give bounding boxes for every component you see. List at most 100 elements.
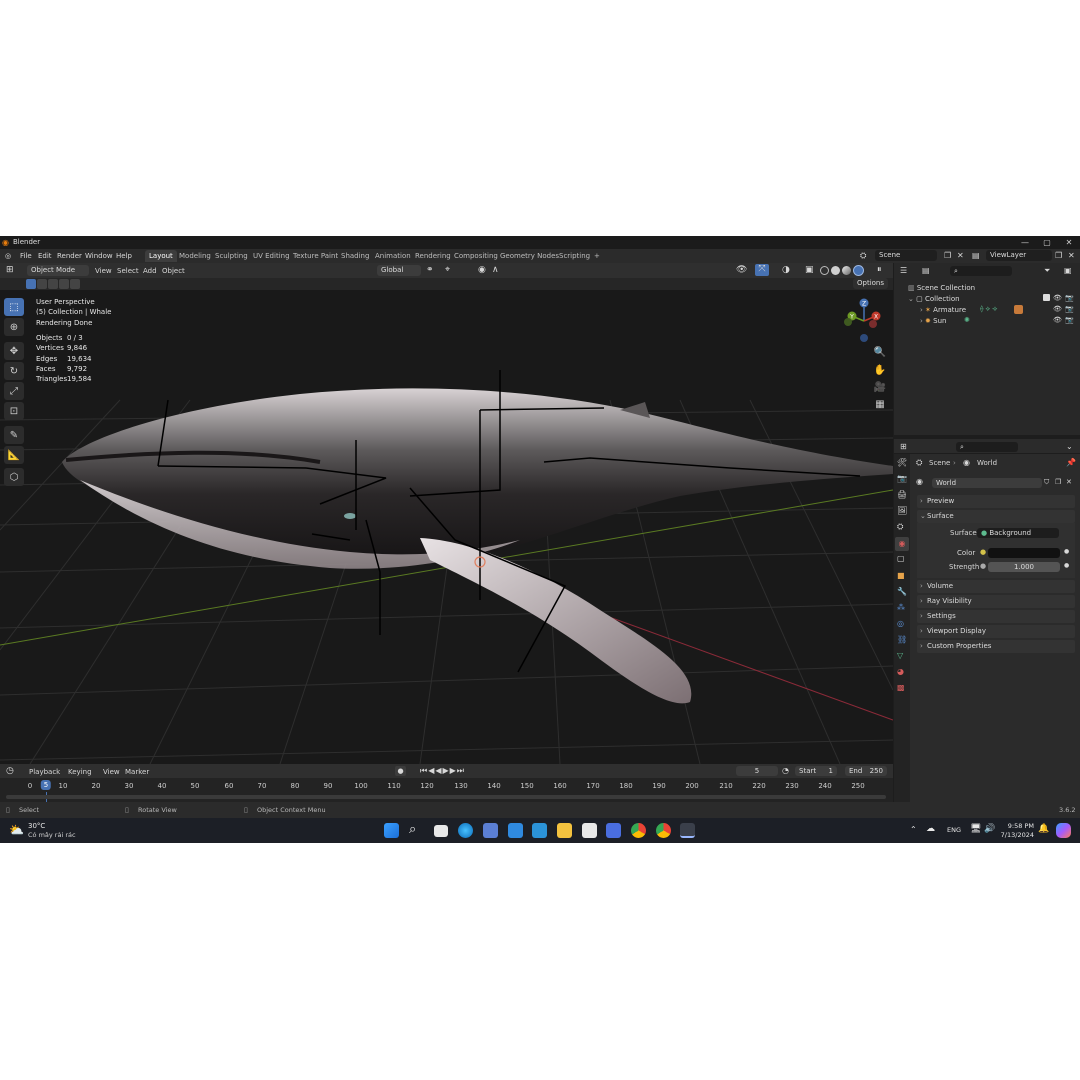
display-mode-icon[interactable]: ▤ [922, 266, 930, 275]
chrome-icon[interactable] [631, 823, 646, 838]
rendered-shading-icon[interactable] [853, 265, 864, 276]
annotate-tool-icon[interactable]: ✎ [4, 426, 24, 444]
expand-arrow-icon[interactable]: › [920, 317, 923, 325]
outliner-search-input[interactable]: ⌕ [950, 266, 1012, 276]
collection-tab-icon[interactable]: ▢ [897, 554, 905, 563]
select-box-tool-icon[interactable]: ⬚ [4, 298, 24, 316]
scale-tool-icon[interactable]: ⤢ [4, 382, 24, 400]
edge-browser-icon[interactable] [458, 823, 473, 838]
menu-keying[interactable]: Keying [68, 768, 92, 776]
strength-field[interactable]: 1.000 [988, 562, 1060, 572]
output-tab-icon[interactable]: 🖨 [897, 490, 907, 499]
language-indicator[interactable]: ENG [947, 826, 961, 834]
panel-viewport-display[interactable]: Viewport Display [917, 625, 1075, 638]
transform-orientation-selector[interactable]: Global [377, 265, 421, 276]
record-icon[interactable]: ● [395, 766, 406, 776]
timeline-editor-icon[interactable]: ◷ [6, 766, 14, 776]
menu-select[interactable]: Select [117, 267, 139, 275]
playback-controls[interactable]: ⏮◀◀▶▶⏭ [420, 766, 465, 776]
filter-icon[interactable]: ⏷ [1044, 266, 1050, 276]
file-explorer-icon[interactable] [557, 823, 572, 838]
store-icon[interactable] [508, 823, 523, 838]
minimize-button[interactable]: — [1014, 236, 1036, 249]
outliner-editor-icon[interactable]: ☰ [900, 266, 907, 275]
tab-sculpting[interactable]: Sculpting [211, 250, 252, 262]
gizmo-toggle-icon[interactable]: ⤧ [755, 264, 769, 276]
new-collection-icon[interactable]: ▣ [1064, 266, 1072, 275]
timeline-ruler[interactable]: 0 5 10 20 30 40 50 60 70 80 90 100 110 1… [0, 778, 893, 802]
expand-arrow-icon[interactable]: ⌄ [908, 295, 914, 303]
snap-icon[interactable]: ⌖ [445, 265, 450, 275]
tool-tab-icon[interactable]: 🛠 [897, 458, 907, 467]
material-tab-icon[interactable]: ◕ [897, 667, 904, 676]
collection-checkbox[interactable] [1043, 294, 1050, 301]
particles-tab-icon[interactable]: ⁂ [897, 603, 905, 612]
armature-data-icon[interactable] [1014, 305, 1023, 314]
sun-camera-icon[interactable]: 📷 [1065, 316, 1074, 324]
menu-add[interactable]: Add [143, 267, 157, 275]
modifier-tab-icon[interactable]: 🔧 [897, 587, 907, 596]
world-name-field[interactable]: World [932, 478, 1042, 488]
solid-shading-icon[interactable] [831, 266, 840, 275]
panel-ray-visibility[interactable]: Ray Visibility [917, 595, 1075, 608]
sun-eye-icon[interactable]: 👁 [1053, 316, 1062, 324]
panel-volume[interactable]: Volume [917, 580, 1075, 593]
tab-layout[interactable]: Layout [145, 250, 177, 262]
select-subtract-icon[interactable] [48, 279, 58, 289]
3d-viewport[interactable]: Z X Y User Perspective (5) Collection | … [0, 290, 893, 764]
snipping-tool-icon[interactable] [483, 823, 498, 838]
pivot-icon[interactable]: ⚭ [426, 265, 434, 275]
armature-modifier-icons[interactable]: ⟠⟡⟢ [980, 305, 999, 314]
pan-hand-icon[interactable]: ✋ [873, 364, 887, 378]
sun-data-icon[interactable]: ✺ [964, 316, 970, 324]
transform-tool-icon[interactable]: ⊡ [4, 402, 24, 420]
cursor-tool-icon[interactable]: ⊕ [4, 318, 24, 336]
chrome-profile-icon[interactable] [656, 823, 671, 838]
unlink-world-icon[interactable]: ✕ [1066, 478, 1072, 486]
texture-tab-icon[interactable]: ▩ [897, 683, 905, 692]
copilot-icon[interactable] [1056, 823, 1071, 838]
world-browse-icon[interactable]: ◉ [916, 477, 923, 486]
properties-options-icon[interactable]: ⌄ [1066, 442, 1073, 451]
panel-surface[interactable]: Surface [917, 510, 1075, 523]
new-scene-icon[interactable]: ❐ [944, 251, 951, 260]
duplicate-world-icon[interactable]: ❐ [1055, 478, 1061, 486]
tab-modeling[interactable]: Modeling [175, 250, 215, 262]
tray-chevron-icon[interactable]: ⌃ [910, 825, 917, 834]
menu-timeline-view[interactable]: View [103, 768, 120, 776]
physics-tab-icon[interactable]: ◎ [897, 619, 904, 628]
weather-icon[interactable]: ⛅ [9, 823, 24, 837]
pin-icon[interactable]: 📌 [1066, 458, 1076, 467]
task-view-icon[interactable] [434, 825, 448, 837]
outliner-collection[interactable]: ⌄ ▢ Collection [908, 295, 960, 303]
data-tab-icon[interactable]: ▽ [897, 651, 903, 660]
wireframe-shading-icon[interactable] [820, 266, 829, 275]
menu-edit[interactable]: Edit [38, 252, 52, 260]
outliner-item-sun[interactable]: › ✹ Sun [920, 317, 946, 325]
menu-playback[interactable]: Playback [29, 768, 60, 776]
visibility-icon[interactable]: 👁 [736, 265, 747, 275]
delete-scene-icon[interactable]: ✕ [957, 251, 964, 260]
weather-desc[interactable]: Có mây rải rác [28, 831, 76, 839]
tab-animation[interactable]: Animation [371, 250, 415, 262]
select-intersect-icon[interactable] [70, 279, 80, 289]
overlay-icon[interactable]: ◑ [782, 265, 790, 275]
panel-custom-properties[interactable]: Custom Properties [917, 640, 1075, 653]
select-new-icon[interactable] [26, 279, 36, 289]
select-invert-icon[interactable] [59, 279, 69, 289]
strength-link-icon[interactable]: ● [980, 562, 986, 570]
playhead-frame-marker[interactable]: 5 [40, 780, 52, 790]
ortho-grid-icon[interactable]: ▦ [873, 398, 887, 412]
measure-tool-icon[interactable]: 📐 [4, 446, 24, 464]
maximize-button[interactable]: ▢ [1036, 236, 1058, 249]
xray-icon[interactable]: ▣ [805, 265, 814, 275]
material-shading-icon[interactable] [842, 266, 851, 275]
new-view-layer-icon[interactable]: ❐ [1055, 251, 1062, 260]
zoom-icon[interactable]: 🔍 [873, 346, 887, 360]
app-icon[interactable] [582, 823, 597, 838]
properties-editor-icon[interactable]: ⊞ [900, 442, 907, 451]
breadcrumb-world[interactable]: World [977, 459, 997, 467]
menu-window[interactable]: Window [85, 252, 113, 260]
add-workspace-button[interactable]: + [590, 250, 604, 262]
current-frame-field[interactable]: 5 [736, 766, 778, 776]
